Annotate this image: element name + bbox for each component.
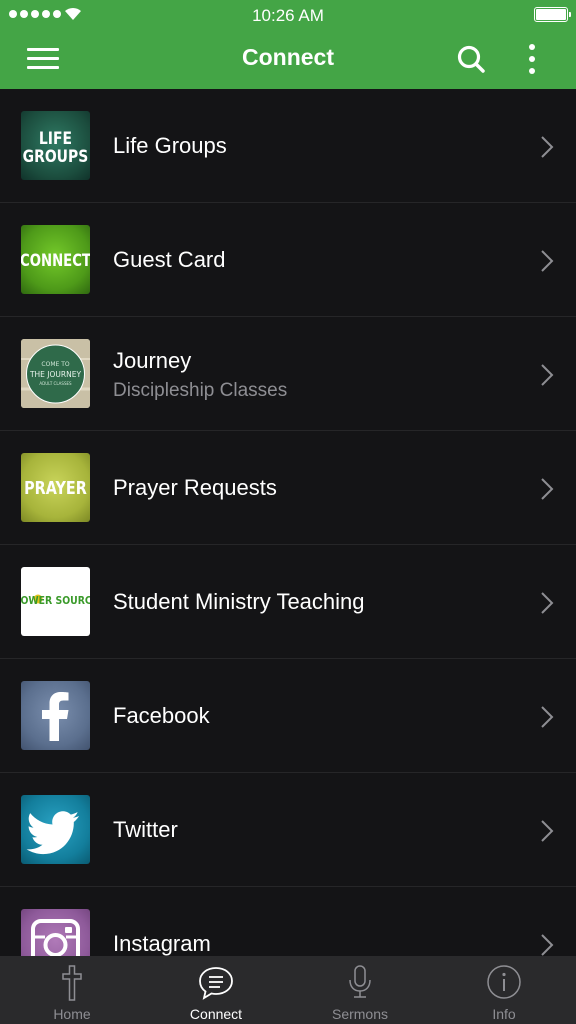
facebook-icon bbox=[21, 681, 90, 750]
status-bar: 10:26 AM bbox=[0, 0, 576, 30]
tab-label: Sermons bbox=[331, 1006, 389, 1022]
list-item-label: Student Ministry Teaching bbox=[113, 589, 365, 614]
battery-icon bbox=[534, 7, 571, 22]
info-icon bbox=[487, 965, 521, 999]
chevron-right-icon bbox=[541, 706, 554, 728]
list-item-label: Life Groups bbox=[113, 133, 227, 158]
chevron-right-icon bbox=[541, 364, 554, 386]
tab-info[interactable]: Info bbox=[432, 956, 576, 1024]
instagram-icon bbox=[21, 909, 90, 956]
svg-text:GROUPS: GROUPS bbox=[23, 147, 89, 167]
svg-text:POWER SOURCE: POWER SOURCE bbox=[21, 595, 90, 607]
chat-icon bbox=[199, 967, 233, 1000]
power-source-logo: POWER SOURCE bbox=[21, 567, 90, 636]
svg-text:CONNECT: CONNECT bbox=[21, 250, 90, 270]
list-item-life-groups[interactable]: LIFE GROUPS Life Groups bbox=[0, 89, 576, 203]
tab-bar: Home Connect Sermons Info bbox=[0, 956, 576, 1024]
connect-list: LIFE GROUPS Life Groups CONNECT Guest Ca… bbox=[0, 89, 576, 956]
cross-icon bbox=[62, 965, 82, 1001]
list-item-label: Prayer Requests bbox=[113, 475, 277, 500]
tab-connect[interactable]: Connect bbox=[144, 956, 288, 1024]
connect-logo: CONNECT bbox=[21, 225, 90, 294]
page-title: Connect bbox=[242, 44, 334, 70]
status-time: 10:26 AM bbox=[252, 6, 324, 25]
list-item-subtitle: Discipleship Classes bbox=[113, 380, 288, 401]
chevron-right-icon bbox=[541, 820, 554, 842]
top-bar: 10:26 AM Connect bbox=[0, 0, 576, 89]
chevron-right-icon bbox=[541, 934, 554, 956]
navigation-bar: Connect bbox=[0, 30, 576, 89]
twitter-icon bbox=[21, 795, 90, 864]
chevron-right-icon bbox=[541, 592, 554, 614]
svg-text:PRAYER: PRAYER bbox=[24, 477, 87, 498]
list-item-twitter[interactable]: Twitter bbox=[0, 773, 576, 887]
list-item-guest-card[interactable]: CONNECT Guest Card bbox=[0, 203, 576, 317]
journey-logo: COME TO THE JOURNEY ADULT CLASSES bbox=[21, 339, 90, 408]
list-item-label: Twitter bbox=[113, 817, 178, 842]
microphone-icon bbox=[349, 965, 371, 998]
list-item-label: Instagram bbox=[113, 931, 211, 956]
chevron-right-icon bbox=[541, 250, 554, 272]
chevron-right-icon bbox=[541, 136, 554, 158]
tab-sermons[interactable]: Sermons bbox=[288, 956, 432, 1024]
svg-text:LIFE: LIFE bbox=[39, 129, 72, 149]
list-item-facebook[interactable]: Facebook bbox=[0, 659, 576, 773]
list-item-prayer-requests[interactable]: PRAYER Prayer Requests bbox=[0, 431, 576, 545]
tab-label: Home bbox=[53, 1006, 91, 1022]
list-item-label: Guest Card bbox=[113, 247, 226, 272]
svg-text:THE JOURNEY: THE JOURNEY bbox=[29, 370, 82, 379]
list-item-student-ministry[interactable]: POWER SOURCE Student Ministry Teaching bbox=[0, 545, 576, 659]
list-item-instagram[interactable]: Instagram bbox=[0, 887, 576, 956]
search-icon[interactable] bbox=[456, 44, 486, 74]
list-item-label: Journey bbox=[113, 348, 192, 373]
chevron-right-icon bbox=[541, 478, 554, 500]
prayer-logo: PRAYER bbox=[21, 453, 90, 522]
tab-label: Info bbox=[492, 1006, 516, 1022]
list-item-label: Facebook bbox=[113, 703, 210, 728]
svg-text:COME TO: COME TO bbox=[41, 361, 69, 368]
svg-text:ADULT CLASSES: ADULT CLASSES bbox=[39, 381, 72, 386]
list-item-journey[interactable]: COME TO THE JOURNEY ADULT CLASSES Journe… bbox=[0, 317, 576, 431]
life-groups-logo: LIFE GROUPS bbox=[21, 111, 90, 180]
more-options-icon[interactable] bbox=[524, 42, 540, 76]
tab-home[interactable]: Home bbox=[0, 956, 144, 1024]
tab-label: Connect bbox=[189, 1006, 243, 1022]
